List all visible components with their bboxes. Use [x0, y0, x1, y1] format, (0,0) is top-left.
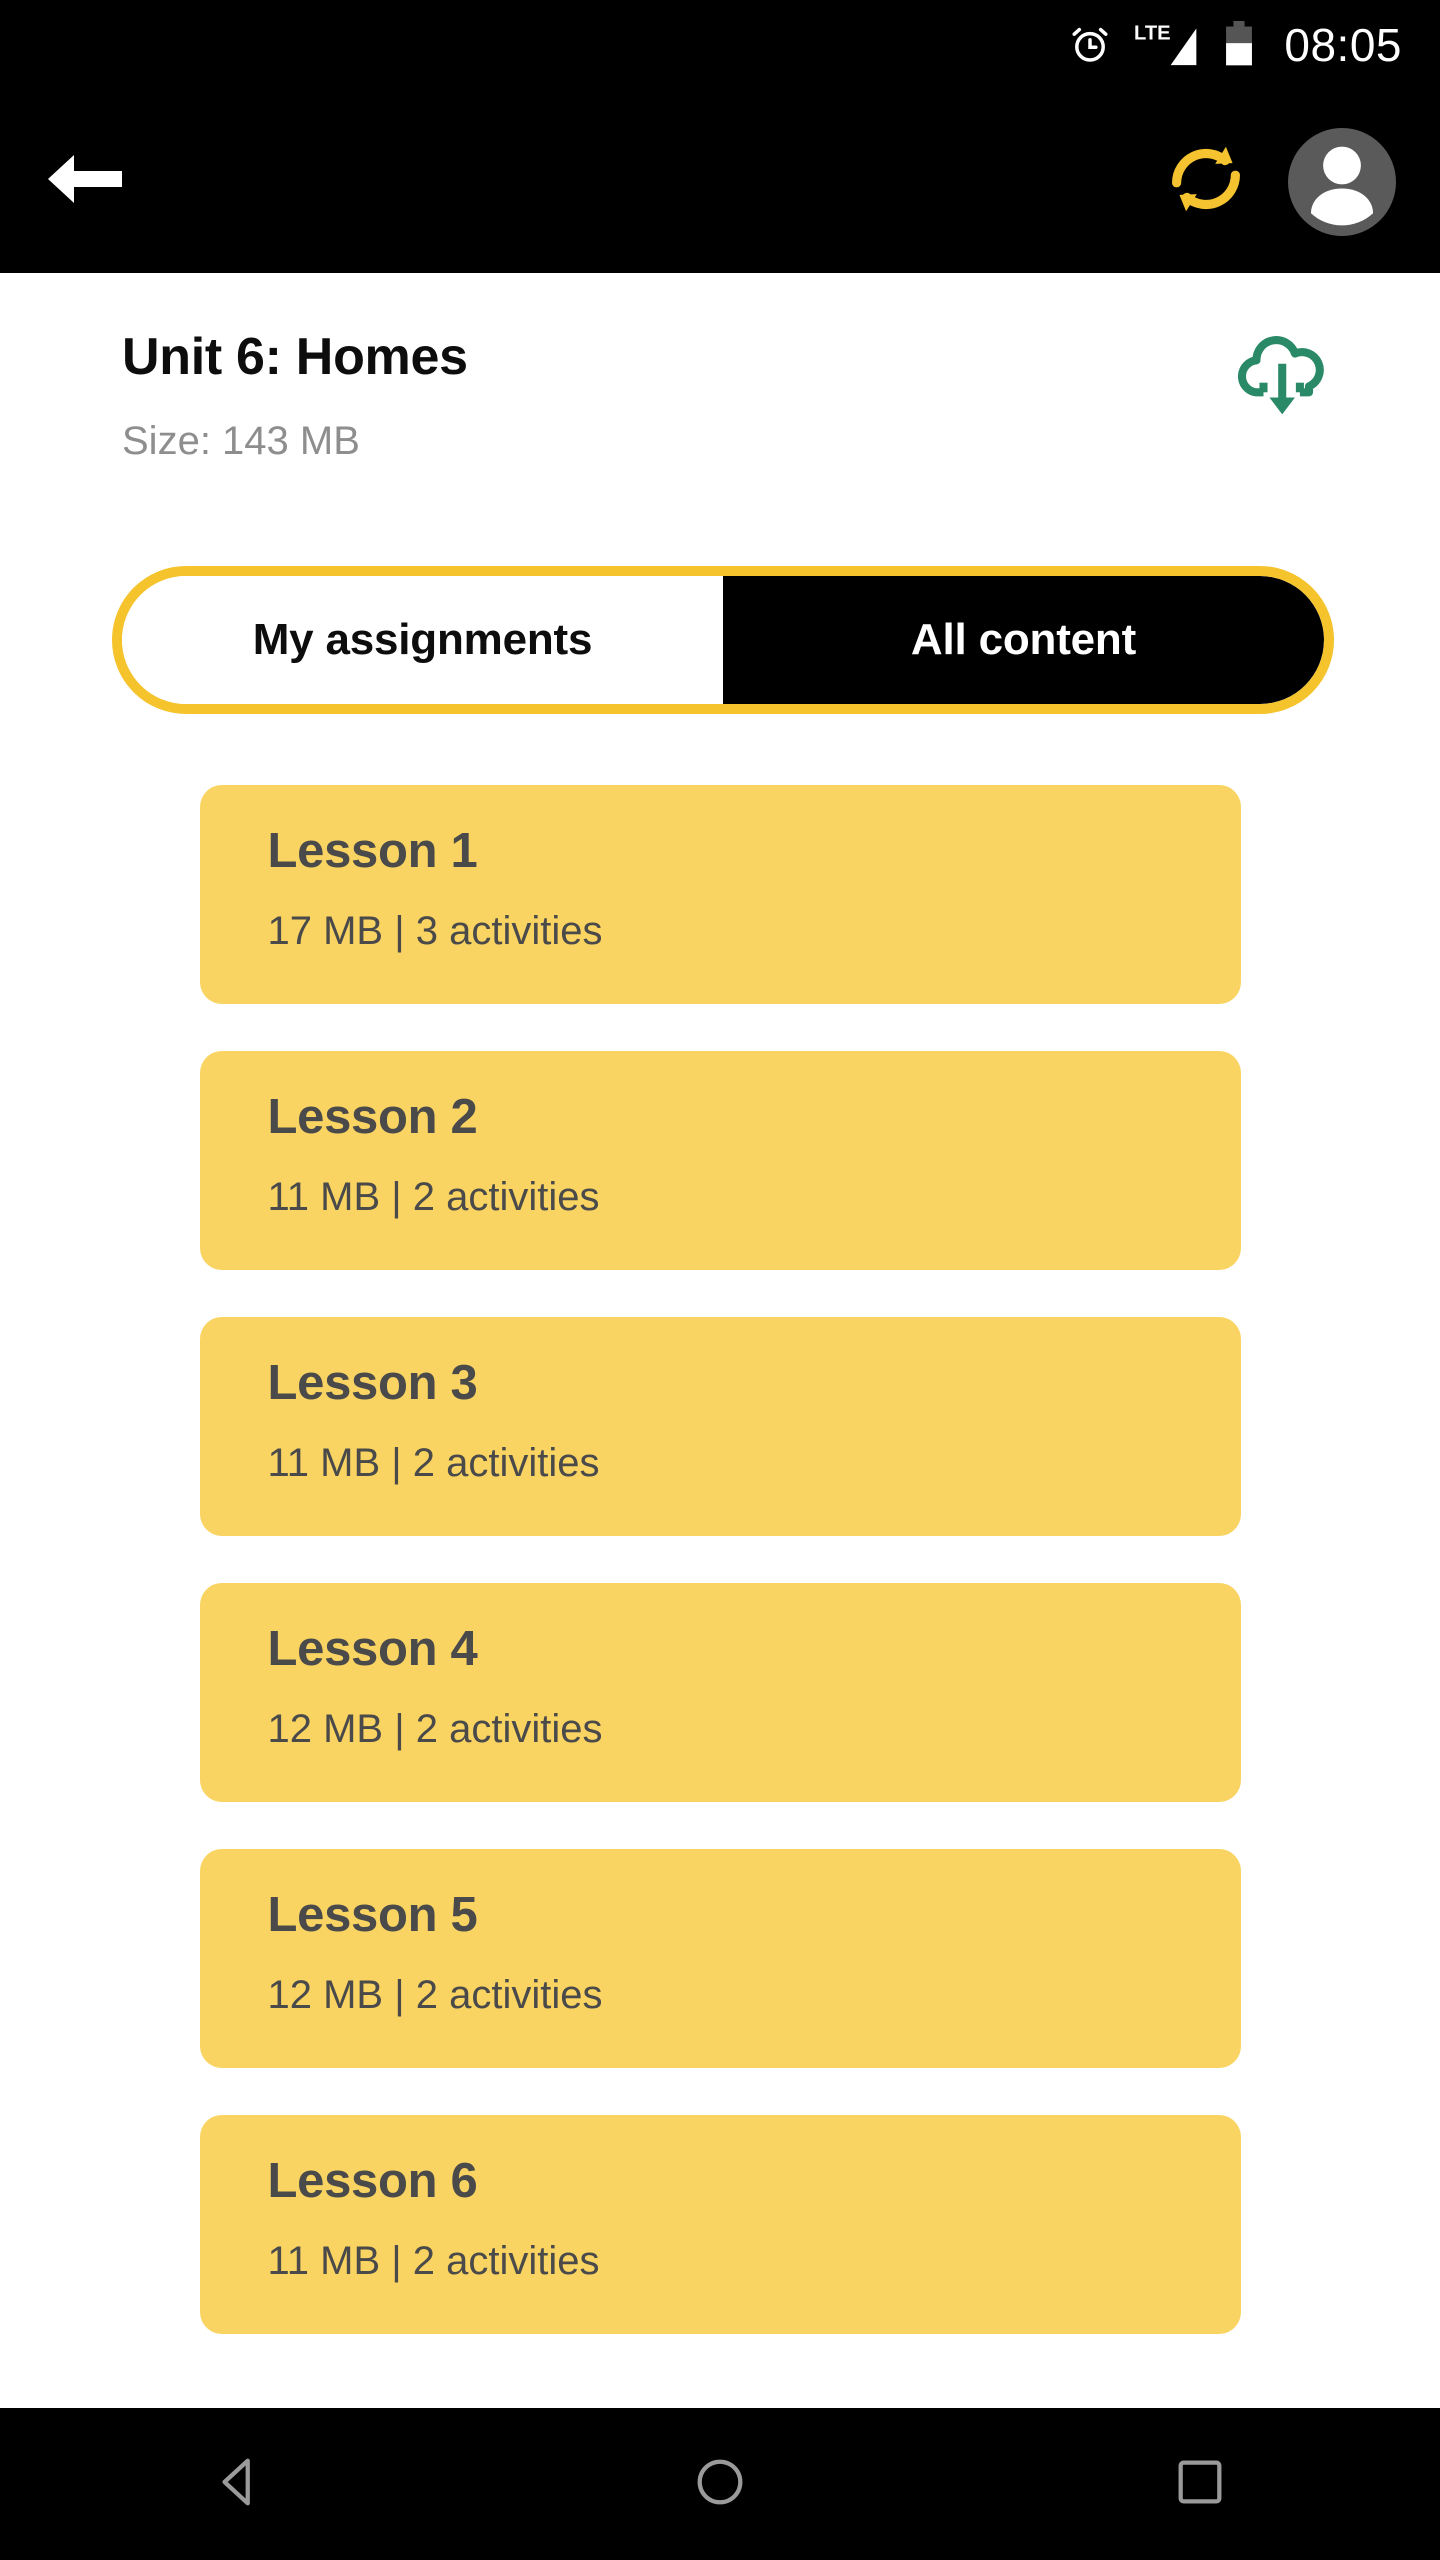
lesson-meta: 12 MB | 2 activities: [267, 1707, 603, 1751]
back-arrow-icon: [42, 149, 128, 214]
lesson-title: Lesson 2: [267, 1090, 478, 1144]
phone-screen: LTE 08:05 Unit 6: Homes Size: 143 MB My …: [0, 0, 1440, 2560]
status-bar: LTE 08:05: [0, 0, 1440, 90]
lesson-card[interactable]: Lesson 2 11 MB | 2 activities: [199, 1051, 1241, 1270]
home-nav-icon: [691, 2453, 749, 2516]
lesson-card[interactable]: Lesson 4 12 MB | 2 activities: [199, 1583, 1241, 1802]
unit-header-card: Unit 6: Homes Size: 143 MB: [0, 273, 1440, 510]
user-avatar-icon: [1288, 128, 1396, 236]
download-unit-button[interactable]: [1228, 325, 1338, 435]
lesson-card[interactable]: Lesson 5 12 MB | 2 activities: [199, 1849, 1241, 2068]
battery-icon: [1222, 21, 1256, 69]
tab-all-content[interactable]: All content: [723, 576, 1324, 704]
tab-my-assignments-label: My assignments: [252, 615, 593, 664]
app-bar: [0, 90, 1440, 273]
lesson-title: Lesson 5: [267, 1888, 478, 1942]
lesson-card[interactable]: Lesson 1 17 MB | 3 activities: [199, 785, 1241, 1004]
lesson-meta: 11 MB | 2 activities: [267, 1441, 600, 1485]
recents-nav-icon: [1171, 2453, 1229, 2516]
lesson-meta: 11 MB | 2 activities: [267, 2239, 600, 2283]
status-bar-clock: 08:05: [1284, 19, 1402, 71]
content-area: My assignments All content Lesson 1 17 M…: [0, 510, 1440, 2408]
page-title: Unit 6: Homes: [122, 328, 468, 386]
lesson-title: Lesson 1: [267, 824, 478, 878]
alarm-clock-icon: [1068, 23, 1112, 67]
lesson-title: Lesson 4: [267, 1622, 478, 1676]
back-button[interactable]: [30, 142, 140, 222]
lesson-title: Lesson 3: [267, 1356, 478, 1410]
svg-text:LTE: LTE: [1134, 23, 1171, 45]
android-nav-bar: [0, 2408, 1440, 2560]
lte-signal-icon: LTE: [1134, 21, 1200, 69]
content-filter-tabs: My assignments All content: [112, 566, 1334, 714]
sync-refresh-icon: [1160, 133, 1252, 230]
lesson-card[interactable]: Lesson 6 11 MB | 2 activities: [199, 2115, 1241, 2334]
unit-size-label: Size: 143 MB: [122, 419, 360, 463]
nav-back-button[interactable]: [165, 2409, 315, 2559]
avatar-button[interactable]: [1288, 127, 1396, 236]
tab-all-content-label: All content: [910, 615, 1137, 664]
nav-home-button[interactable]: [645, 2409, 795, 2559]
back-nav-icon: [211, 2453, 269, 2516]
cloud-download-icon: [1231, 326, 1335, 435]
lesson-meta: 11 MB | 2 activities: [267, 1175, 600, 1219]
sync-button[interactable]: [1158, 134, 1254, 230]
lesson-title: Lesson 6: [267, 2154, 478, 2208]
lesson-card[interactable]: Lesson 3 11 MB | 2 activities: [199, 1317, 1241, 1536]
nav-recents-button[interactable]: [1125, 2409, 1275, 2559]
tab-my-assignments[interactable]: My assignments: [122, 576, 723, 704]
lesson-meta: 12 MB | 2 activities: [267, 1973, 603, 2017]
lesson-list: Lesson 1 17 MB | 3 activities Lesson 2 1…: [0, 785, 1440, 2381]
lesson-meta: 17 MB | 3 activities: [267, 909, 603, 953]
